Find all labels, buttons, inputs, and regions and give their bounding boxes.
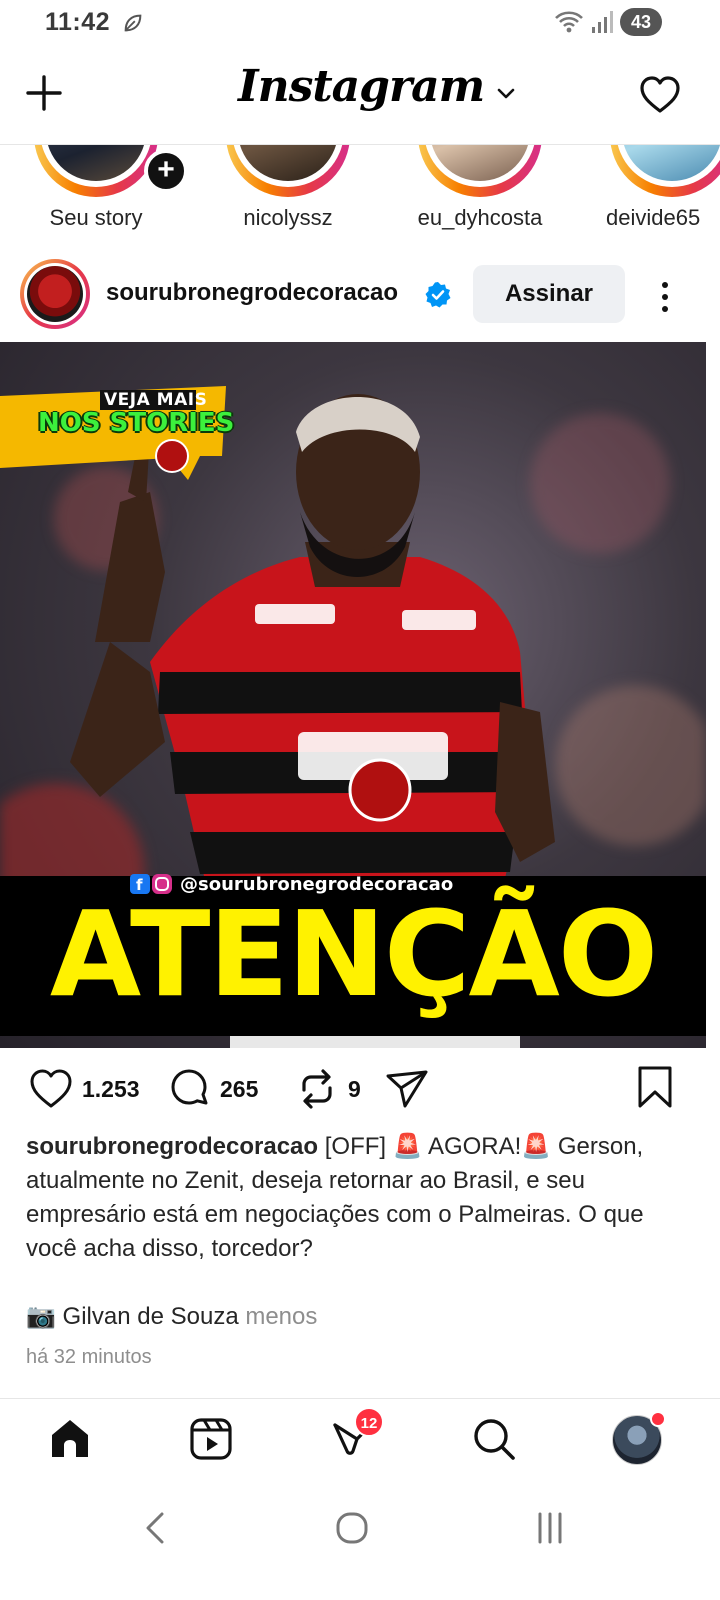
battery-indicator: 43 bbox=[620, 8, 662, 36]
story-label: eu_dyhcosta bbox=[417, 205, 543, 230]
banner-line2: NOS STORIES bbox=[38, 408, 235, 438]
app-header: Instagram bbox=[0, 55, 720, 145]
photo-credit: 📷 Gilvan de Souza bbox=[26, 1303, 239, 1330]
search-icon[interactable] bbox=[470, 1415, 518, 1463]
story-label: nicolyssz bbox=[243, 205, 333, 230]
bottom-nav: 12 bbox=[0, 1398, 720, 1482]
leaf-icon bbox=[124, 14, 142, 32]
repost-icon[interactable] bbox=[294, 1066, 340, 1112]
heart-icon[interactable] bbox=[28, 1066, 74, 1112]
notifications-heart-icon[interactable] bbox=[638, 73, 682, 117]
comments-count[interactable]: 265 bbox=[220, 1076, 258, 1103]
home-icon[interactable] bbox=[46, 1415, 94, 1463]
feed-selector[interactable]: Instagram bbox=[238, 61, 518, 112]
comment-action[interactable]: 265 bbox=[166, 1066, 258, 1112]
reposts-count[interactable]: 9 bbox=[348, 1076, 361, 1103]
reels-icon[interactable] bbox=[187, 1415, 235, 1463]
avatar[interactable] bbox=[20, 259, 90, 329]
profile-notification-dot bbox=[650, 1411, 666, 1427]
signal-icon bbox=[592, 11, 613, 33]
status-time: 11:42 bbox=[45, 8, 111, 36]
stories-tray: + Seu story nicolyssz eu_dyhcosta deivid… bbox=[0, 145, 720, 245]
post-header: sourubronegrodecoracao Assinar bbox=[0, 255, 720, 335]
caption-username[interactable]: sourubronegrodecoracao bbox=[26, 1133, 318, 1160]
wifi-icon bbox=[555, 11, 583, 33]
bookmark-icon[interactable] bbox=[632, 1064, 678, 1110]
chevron-down-icon bbox=[497, 88, 515, 98]
like-action[interactable]: 1.253 bbox=[28, 1066, 140, 1112]
recent-apps-icon[interactable] bbox=[528, 1506, 572, 1550]
likes-count[interactable]: 1.253 bbox=[82, 1076, 140, 1103]
back-icon[interactable] bbox=[136, 1506, 180, 1550]
follow-button[interactable]: Assinar bbox=[473, 265, 625, 323]
add-icon[interactable] bbox=[24, 73, 64, 113]
story-label: deivide65 bbox=[606, 205, 701, 230]
banner-line1: VEJA MAIS bbox=[104, 390, 208, 410]
post-username[interactable]: sourubronegrodecoracao bbox=[106, 279, 398, 307]
status-bar: 11:42 43 bbox=[0, 0, 720, 48]
comment-icon[interactable] bbox=[166, 1066, 212, 1112]
post-actions: 1.253 265 9 bbox=[0, 1058, 720, 1120]
add-story-icon[interactable]: + bbox=[144, 149, 188, 193]
system-nav-bar bbox=[0, 1484, 720, 1600]
post-caption: sourubronegrodecoracao [OFF] 🚨 AGORA!🚨 G… bbox=[26, 1130, 694, 1266]
share-send-icon[interactable] bbox=[384, 1066, 430, 1112]
avatar-image bbox=[27, 266, 83, 322]
less-link[interactable]: menos bbox=[245, 1303, 317, 1330]
photo-credit-line: 📷 Gilvan de Souza menos bbox=[26, 1302, 317, 1331]
home-circle-icon[interactable] bbox=[330, 1506, 374, 1550]
status-indicators: 43 bbox=[554, 8, 662, 36]
repost-action[interactable]: 9 bbox=[294, 1066, 361, 1112]
more-options-icon[interactable] bbox=[650, 277, 680, 317]
post-timestamp: há 32 minutos bbox=[26, 1346, 152, 1368]
instagram-logo: Instagram bbox=[238, 61, 485, 112]
story-label: Seu story bbox=[49, 205, 143, 230]
activity-badge: 12 bbox=[354, 1407, 384, 1437]
verified-badge-icon bbox=[425, 282, 451, 308]
headline-text: ATENÇÃO bbox=[49, 885, 658, 1023]
post-image[interactable]: VEJA MAIS NOS STORIES f @sourubronegrode… bbox=[0, 342, 706, 1048]
